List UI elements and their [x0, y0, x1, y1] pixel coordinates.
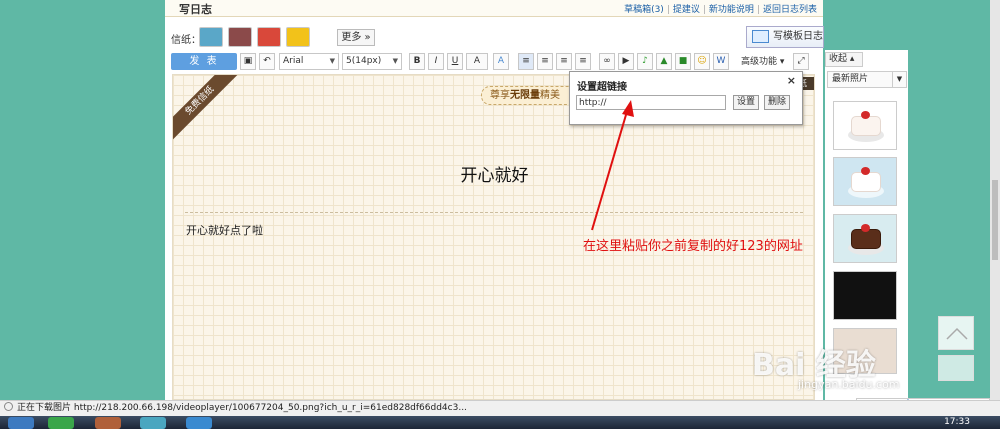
size-value: 5(14px) [346, 56, 382, 66]
watermark-url: jingyan.baidu.com [798, 378, 900, 391]
align-right-icon[interactable]: ≡ [556, 53, 572, 70]
photo-thumb-4[interactable] [833, 271, 897, 320]
advanced-features[interactable]: 高级功能 ▾ [741, 54, 784, 67]
template-label: 写模板日志 [773, 31, 823, 42]
stationery-label: 信纸： [171, 35, 201, 46]
document-body[interactable]: 开心就好点了啦 [186, 222, 263, 238]
back-to-list-link[interactable]: 返回日志列表 [763, 5, 817, 15]
photo-thumb-3[interactable] [833, 214, 897, 263]
justify-icon[interactable]: ≡ [575, 53, 591, 70]
promo-prefix: 尊享 [490, 90, 510, 101]
save-icon[interactable]: ▣ [240, 53, 256, 70]
page-title: 写日志 [179, 3, 212, 16]
drafts-link[interactable]: 草稿箱(3) [624, 5, 664, 15]
template-icon [752, 30, 769, 43]
taskbar-app-icon[interactable] [186, 417, 212, 429]
feedback-button[interactable] [938, 355, 974, 381]
fullscreen-icon[interactable]: ⤢ [793, 53, 809, 70]
advanced-label: 高级功能 [741, 57, 778, 67]
set-link-button[interactable]: 设置 [733, 95, 759, 110]
hyperlink-dialog: 设置超链接 × 设置 删除 [569, 71, 803, 125]
suggest-link[interactable]: 提建议 [673, 5, 700, 15]
collapse-tab[interactable]: 收起 ▴ [825, 52, 863, 67]
promo-suffix: 精美 [540, 90, 560, 101]
size-select[interactable]: 5(14px) ▼ [342, 53, 402, 70]
stationery-thumb-bird[interactable] [199, 27, 223, 47]
chevron-down-icon: ▼ [892, 72, 906, 87]
align-center-icon[interactable]: ≡ [537, 53, 553, 70]
font-select[interactable]: Arial ▼ [279, 53, 339, 70]
photo-album-select[interactable]: 最新照片 ▼ [827, 71, 907, 88]
chevron-down-icon: ▼ [392, 57, 398, 65]
taskbar-app-icon[interactable] [95, 417, 121, 429]
more-stationery-button[interactable]: 更多 » [337, 29, 375, 46]
align-left-icon[interactable]: ≡ [518, 53, 534, 70]
template-log-button[interactable]: 写模板日志 [746, 26, 824, 48]
publish-button[interactable]: 发 表 [171, 53, 237, 70]
word-icon[interactable]: W [713, 53, 729, 70]
stationery-thumb-sun[interactable] [286, 27, 310, 47]
promo-bold: 无限量 [510, 90, 540, 101]
taskbar-app-icon[interactable] [140, 417, 166, 429]
blog-editor-page: 写日志 草稿箱(3) | 提建议 | 新功能说明 | 返回日志列表 信纸： 更多 » 写模板… [165, 0, 824, 400]
bold-button[interactable]: B [409, 53, 425, 70]
stationery-row: 信纸： 更多 » 写模板日志 [171, 25, 824, 49]
collapse-label: 收起 [829, 54, 848, 64]
underline-button[interactable]: U [447, 53, 463, 70]
chevron-down-icon: ▼ [329, 57, 335, 65]
dialog-title: 设置超链接 [577, 82, 627, 93]
close-icon[interactable]: × [787, 74, 796, 87]
page-header: 写日志 草稿箱(3) | 提建议 | 新功能说明 | 返回日志列表 [165, 0, 823, 17]
browser-status-bar: 正在下载图片 http://218.200.66.198/videoplayer… [0, 400, 1000, 416]
url-input[interactable] [576, 95, 726, 110]
highlight-icon[interactable]: A [493, 53, 509, 70]
taskbar-app-icon[interactable] [48, 417, 74, 429]
status-text: 正在下载图片 http://218.200.66.198/videoplayer… [17, 403, 467, 413]
document-title[interactable]: 开心就好 [173, 161, 814, 186]
editor-toolbar: 发 表 ▣ ↶ Arial ▼ 5(14px) ▼ B I U A A ≡ ≡ ≡ … [171, 53, 817, 71]
chevron-up-icon [946, 327, 968, 340]
status-icon [4, 402, 13, 411]
photo-thumb-2[interactable] [833, 157, 897, 206]
new-features-link[interactable]: 新功能说明 [709, 5, 754, 15]
photo-thumb-1[interactable] [833, 101, 897, 150]
start-button-icon[interactable] [8, 417, 34, 429]
album-value: 最新照片 [832, 74, 869, 84]
scrollbar-thumb[interactable] [992, 180, 998, 260]
free-paper-ribbon: 免费信纸 [173, 75, 245, 146]
back-to-top-button[interactable] [938, 316, 974, 350]
font-color-button[interactable]: A [466, 53, 488, 70]
annotation-text: 在这里粘贴你之前复制的好123的网址 [583, 239, 803, 254]
image-icon[interactable]: ▲ [656, 53, 672, 70]
undo-icon[interactable]: ↶ [259, 53, 275, 70]
music-icon[interactable]: ♪ [637, 53, 653, 70]
title-divider [185, 212, 803, 213]
stationery-thumb-badge[interactable] [257, 27, 281, 47]
delete-link-button[interactable]: 删除 [764, 95, 790, 110]
header-links: 草稿箱(3) | 提建议 | 新功能说明 | 返回日志列表 [624, 5, 817, 15]
more-label: 更多 [341, 32, 362, 43]
link-icon[interactable]: ∞ [599, 53, 615, 70]
stationery-thumb-bear[interactable] [228, 27, 252, 47]
video-icon[interactable]: ▶ [618, 53, 634, 70]
italic-button[interactable]: I [428, 53, 444, 70]
system-clock: 17:33 [944, 417, 970, 427]
photo-icon[interactable]: ■ [675, 53, 691, 70]
font-value: Arial [283, 56, 304, 66]
windows-taskbar: 17:33 [0, 416, 1000, 429]
emoticon-icon[interactable]: ☺ [694, 53, 710, 70]
